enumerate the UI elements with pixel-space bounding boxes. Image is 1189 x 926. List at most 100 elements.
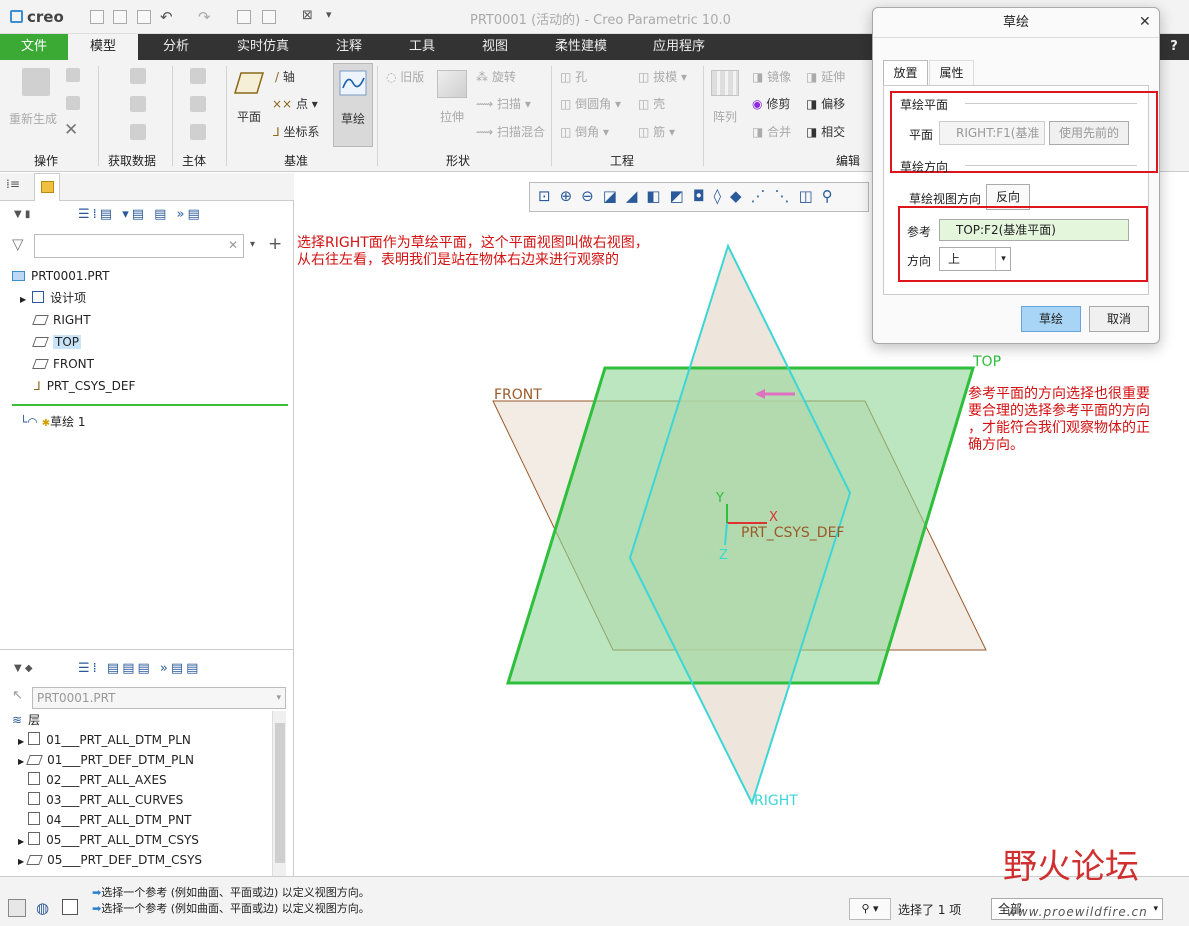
- use-previous-button[interactable]: 使用先前的: [1049, 121, 1129, 145]
- copy-icon[interactable]: [66, 68, 80, 82]
- help-button[interactable]: ?: [1163, 34, 1185, 60]
- trim-button[interactable]: ◉ 修剪: [752, 95, 790, 112]
- menu-analysis[interactable]: 分析: [150, 34, 202, 60]
- new-file-icon[interactable]: [90, 10, 104, 24]
- layer-scrollbar[interactable]: [272, 711, 286, 876]
- tree-item-design-items[interactable]: ▶ 设计项: [20, 288, 86, 308]
- sweep-button[interactable]: ⟿ 扫描 ▾: [476, 95, 531, 112]
- undo-icon[interactable]: ↶: [160, 8, 173, 26]
- shrinkwrap-icon[interactable]: [130, 96, 146, 112]
- extrude-button[interactable]: 拉伸: [440, 108, 464, 125]
- folder-browser-tab[interactable]: [34, 173, 60, 201]
- tree-item-csys[interactable]: ⅃ PRT_CSYS_DEF: [34, 376, 135, 396]
- tree-toolbar[interactable]: ☰⁞▤ ▾▤ ▤ »▤: [78, 207, 203, 222]
- close-window-icon[interactable]: ⊠: [302, 8, 313, 23]
- select-arrow-icon[interactable]: ↖: [12, 688, 23, 703]
- tree-settings-icon[interactable]: ▼ ▮: [14, 209, 30, 220]
- windows-icon[interactable]: [262, 10, 276, 24]
- search-options-icon[interactable]: ▾: [250, 239, 255, 250]
- body-icon[interactable]: [190, 68, 206, 84]
- find-button[interactable]: ⚲ ▾: [849, 898, 891, 920]
- model-tree-tab[interactable]: ⁞≡: [6, 177, 30, 199]
- tree-item-right[interactable]: RIGHT: [32, 310, 91, 330]
- front-plane-label[interactable]: FRONT: [494, 387, 542, 403]
- add-column-icon[interactable]: +: [268, 234, 282, 254]
- merge-button[interactable]: ◨ 合并: [752, 123, 791, 140]
- body-new-icon[interactable]: [190, 96, 206, 112]
- merge-inherit-icon[interactable]: [130, 124, 146, 140]
- datum-group-label[interactable]: 基准: [284, 152, 308, 169]
- csys-label[interactable]: PRT_CSYS_DEF: [741, 525, 844, 541]
- layer-item[interactable]: ▶ 05___PRT_ALL_DTM_CSYS: [18, 830, 199, 850]
- clear-search-icon[interactable]: ✕: [228, 238, 238, 252]
- menu-view[interactable]: 视图: [470, 34, 520, 60]
- csys-button[interactable]: ⅃ 坐标系: [273, 123, 320, 140]
- body-cut-icon[interactable]: [190, 124, 206, 140]
- dialog-close-icon[interactable]: ✕: [1139, 14, 1151, 30]
- layer-item[interactable]: ▶ 01___PRT_ALL_DTM_PLN: [18, 730, 191, 750]
- swept-blend-button[interactable]: ⟿ 扫描混合: [476, 123, 545, 140]
- revolve-button[interactable]: ⁂ 旋转: [476, 68, 516, 85]
- menu-model[interactable]: 模型: [68, 34, 138, 60]
- chamfer-button[interactable]: ◫ 倒角 ▾: [560, 123, 609, 140]
- right-plane-label[interactable]: RIGHT: [754, 793, 798, 809]
- plane-icon[interactable]: [233, 70, 265, 96]
- draft-button[interactable]: ◫ 拔模 ▾: [638, 68, 687, 85]
- tab-properties[interactable]: 属性: [929, 60, 974, 86]
- menu-annotate[interactable]: 注释: [325, 34, 373, 60]
- regenerate-icon[interactable]: [237, 10, 251, 24]
- layer-model-dropdown[interactable]: PRT0001.PRT ▾: [32, 687, 286, 709]
- layer-item[interactable]: ▶03___PRT_ALL_CURVES: [18, 790, 183, 810]
- layer-item[interactable]: ▶ 05___PRT_DEF_DTM_CSYS: [18, 850, 202, 870]
- layer-settings-icon[interactable]: ▼ ◆: [14, 663, 33, 674]
- round-button[interactable]: ◫ 倒圆角 ▾: [560, 95, 621, 112]
- pattern-button[interactable]: 阵列: [713, 108, 737, 125]
- tree-item-sketch[interactable]: └◠ ✱草绘 1: [20, 412, 86, 432]
- menu-tools[interactable]: 工具: [398, 34, 446, 60]
- open-file-icon[interactable]: [113, 10, 127, 24]
- legacy-button[interactable]: ◌ 旧版: [386, 68, 424, 85]
- extend-button[interactable]: ◨ 延伸: [806, 68, 845, 85]
- tree-item-front[interactable]: FRONT: [32, 354, 94, 374]
- delete-icon[interactable]: ✕: [64, 120, 78, 140]
- reference-field[interactable]: TOP:F2(基准平面): [939, 219, 1129, 241]
- redo-icon[interactable]: ↷: [198, 8, 211, 26]
- eng-group-label[interactable]: 工程: [610, 152, 634, 169]
- top-plane-label[interactable]: TOP: [973, 354, 1001, 370]
- customize-toolbar-icon[interactable]: ▾: [326, 8, 332, 21]
- paste-icon[interactable]: [66, 96, 80, 110]
- menu-file[interactable]: 文件: [0, 34, 68, 60]
- cancel-button[interactable]: 取消: [1089, 306, 1149, 332]
- intersect-button[interactable]: ◨ 相交: [806, 123, 845, 140]
- layer-item[interactable]: ▶ 01___PRT_DEF_DTM_PLN: [18, 750, 194, 770]
- tree-root[interactable]: PRT0001.PRT: [12, 266, 109, 286]
- browser-toggle-icon[interactable]: ◍: [36, 899, 49, 917]
- menu-apps[interactable]: 应用程序: [643, 34, 715, 60]
- plane-field[interactable]: RIGHT:F1(基准: [939, 121, 1045, 145]
- filter-icon[interactable]: ▽: [12, 235, 24, 253]
- save-icon[interactable]: [137, 10, 151, 24]
- hole-button[interactable]: ◫ 孔: [560, 68, 587, 85]
- tab-placement[interactable]: 放置: [883, 60, 928, 86]
- body-group-label[interactable]: 主体: [182, 152, 206, 169]
- regenerate-button[interactable]: 重新生成: [9, 110, 57, 127]
- offset-button[interactable]: ◨ 偏移: [806, 95, 845, 112]
- copy-geom-icon[interactable]: [130, 68, 146, 84]
- ops-group-label[interactable]: 操作: [34, 152, 58, 169]
- layer-item[interactable]: ▶04___PRT_ALL_DTM_PNT: [18, 810, 192, 830]
- regenerate-icon[interactable]: [22, 68, 50, 96]
- axis-button[interactable]: / 轴: [275, 68, 295, 85]
- mirror-button[interactable]: ◨ 镜像: [752, 68, 791, 85]
- shape-group-label[interactable]: 形状: [446, 152, 470, 169]
- point-button[interactable]: ×× 点 ▾: [272, 95, 318, 112]
- insert-here-line[interactable]: [12, 404, 288, 406]
- sketch-ok-button[interactable]: 草绘: [1021, 306, 1081, 332]
- sketch-button[interactable]: 草绘: [333, 63, 373, 147]
- pane-divider[interactable]: [0, 649, 294, 650]
- fullscreen-icon[interactable]: [62, 899, 78, 915]
- tree-item-top[interactable]: TOP: [32, 332, 82, 352]
- menu-live-sim[interactable]: 实时仿真: [228, 34, 298, 60]
- menu-flexible[interactable]: 柔性建模: [545, 34, 617, 60]
- shell-button[interactable]: ◫ 壳: [638, 95, 665, 112]
- edit-group-label[interactable]: 编辑: [836, 152, 860, 169]
